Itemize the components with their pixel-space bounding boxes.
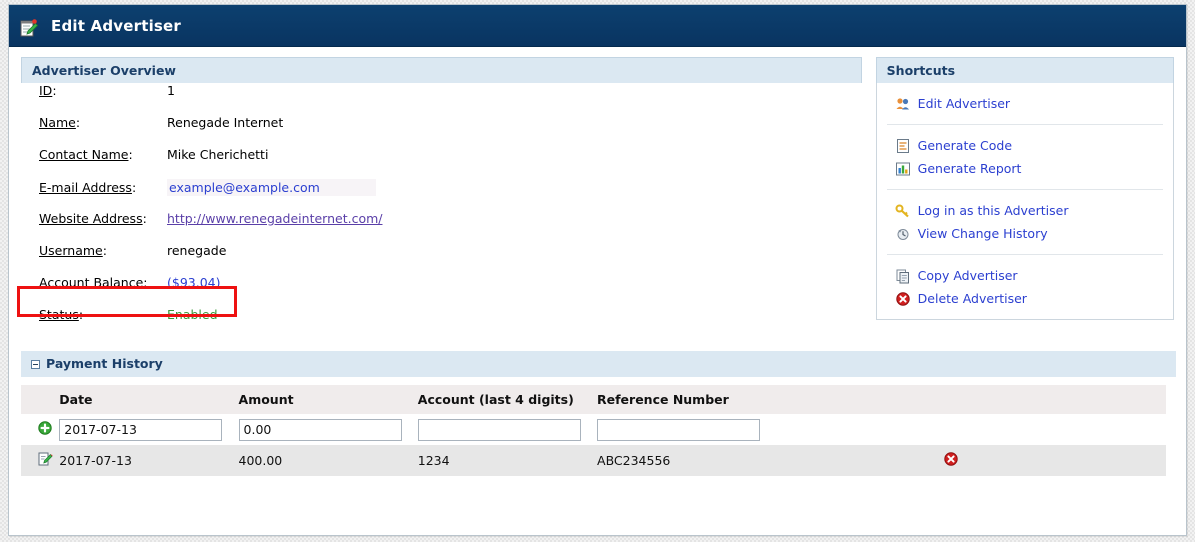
shortcuts-group-1: Edit Advertiser [877, 83, 1173, 124]
add-payment-cell [21, 414, 60, 445]
table-header-row: Date Amount Account (last 4 digits) Refe… [21, 385, 1166, 414]
field-value-id: 1 [167, 83, 175, 98]
field-row-contact-name: Contact Name: Mike Cherichetti [21, 147, 862, 179]
new-payment-reference-input[interactable] [597, 418, 761, 441]
new-account-cell [417, 414, 598, 445]
shortcut-log-in-as-advertiser[interactable]: Log in as this Advertiser [877, 199, 1173, 222]
payment-history-panel: Payment History Date Amount Account (las… [21, 351, 1176, 476]
screenshot-root: Edit Advertiser Advertiser Overview ID: … [0, 0, 1195, 542]
table-row: 2017-07-13 400.00 1234 ABC234556 [21, 445, 1166, 476]
cell-date: 2017-07-13 [59, 445, 239, 476]
new-actions-cell [783, 414, 1166, 445]
col-header-reference: Reference Number [597, 385, 784, 414]
col-header-amount: Amount [238, 385, 418, 414]
field-label-username: Username: [39, 243, 107, 258]
payment-new-row [21, 414, 1166, 445]
edit-icon[interactable] [37, 451, 53, 467]
new-payment-account-input[interactable] [417, 418, 581, 441]
window-titlebar: Edit Advertiser [9, 5, 1186, 47]
new-reference-cell [597, 414, 784, 445]
field-label-id: ID: [39, 83, 57, 98]
new-payment-amount-input[interactable] [238, 418, 402, 441]
field-row-id: ID: 1 [21, 83, 862, 115]
collapse-toggle-icon[interactable] [31, 359, 40, 369]
shortcut-label: Edit Advertiser [917, 96, 1011, 111]
overview-panel-title: Advertiser Overview [32, 63, 176, 78]
field-value-username: renegade [167, 243, 227, 258]
shortcut-label: View Change History [917, 226, 1048, 241]
field-value-status: Enabled [167, 307, 218, 322]
field-label-status: Status: [39, 307, 84, 322]
shortcuts-group-3: Log in as this Advertiser View Change Hi… [877, 190, 1173, 254]
field-label-name: Name: [39, 115, 81, 130]
history-icon [895, 226, 911, 242]
payment-history-table: Date Amount Account (last 4 digits) Refe… [21, 385, 1166, 476]
field-label-website: Website Address: [39, 211, 147, 226]
shortcut-label: Generate Code [917, 138, 1013, 153]
new-amount-cell [238, 414, 418, 445]
field-row-status: Status: Enabled [21, 307, 862, 339]
field-value-email-link[interactable]: example@example.com [167, 179, 376, 196]
field-row-username: Username: renegade [21, 243, 862, 275]
field-row-website: Website Address: http://www.renegadeinte… [21, 211, 862, 243]
field-value-website-link[interactable]: http://www.renegadeinternet.com/ [167, 211, 382, 226]
overview-field-list: ID: 1 Name: Renegade Internet Contact Na… [21, 83, 862, 339]
col-header-account: Account (last 4 digits) [417, 385, 598, 414]
shortcut-view-change-history[interactable]: View Change History [877, 222, 1173, 245]
users-icon [895, 96, 911, 112]
shortcut-label: Copy Advertiser [917, 268, 1018, 283]
notepad-pencil-icon [19, 18, 39, 36]
advertiser-overview-panel: Advertiser Overview ID: 1 Name: Renegade… [21, 57, 862, 339]
shortcut-generate-report[interactable]: Generate Report [877, 157, 1173, 180]
key-icon [895, 203, 911, 219]
edit-payment-cell [21, 445, 60, 476]
delete-circle-icon [895, 291, 911, 307]
field-label-contact-name: Contact Name: [39, 147, 133, 162]
shortcut-edit-advertiser[interactable]: Edit Advertiser [877, 92, 1173, 115]
cell-amount: 400.00 [238, 445, 418, 476]
field-label-account-balance: Account Balance: [39, 275, 148, 290]
new-payment-date-input[interactable] [59, 418, 223, 441]
overview-panel-header: Advertiser Overview [21, 57, 862, 83]
window-title: Edit Advertiser [51, 16, 182, 35]
shortcuts-panel: Shortcuts Edit Advertiser Generate Code … [875, 57, 1174, 320]
shortcut-label: Log in as this Advertiser [917, 203, 1069, 218]
copy-icon [895, 268, 911, 284]
shortcut-copy-advertiser[interactable]: Copy Advertiser [877, 264, 1173, 287]
payment-history-title: Payment History [46, 356, 163, 371]
field-row-account-balance: Account Balance: ($93.04) [21, 275, 862, 307]
shortcut-label: Delete Advertiser [917, 291, 1027, 306]
shortcuts-panel-header: Shortcuts [875, 57, 1174, 83]
page-body: Advertiser Overview ID: 1 Name: Renegade… [9, 47, 1186, 536]
application-window: Edit Advertiser Advertiser Overview ID: … [8, 4, 1187, 536]
shortcuts-group-2: Generate Code Generate Report [877, 125, 1173, 189]
delete-circle-icon[interactable] [943, 451, 959, 467]
bar-chart-icon [895, 161, 911, 177]
shortcut-generate-code[interactable]: Generate Code [877, 134, 1173, 157]
payment-history-header: Payment History [21, 351, 1176, 377]
cell-account: 1234 [417, 445, 598, 476]
code-document-icon [895, 138, 911, 154]
cell-actions [783, 445, 1166, 476]
shortcuts-panel-title: Shortcuts [886, 63, 956, 78]
col-header-date: Date [59, 385, 239, 414]
col-header-icon [21, 385, 60, 414]
field-label-email: E-mail Address: [39, 180, 137, 195]
field-value-account-balance[interactable]: ($93.04) [167, 275, 221, 290]
field-value-contact-name: Mike Cherichetti [167, 147, 269, 162]
col-header-actions [783, 385, 1166, 414]
field-value-name: Renegade Internet [167, 115, 284, 130]
shortcuts-list: Edit Advertiser Generate Code Generate R… [875, 83, 1174, 320]
add-green-icon[interactable] [37, 420, 53, 436]
shortcuts-group-4: Copy Advertiser Delete Advertiser [877, 255, 1173, 319]
field-row-email: E-mail Address: example@example.com [21, 179, 862, 211]
cell-reference: ABC234556 [597, 445, 784, 476]
shortcut-label: Generate Report [917, 161, 1022, 176]
shortcut-delete-advertiser[interactable]: Delete Advertiser [877, 287, 1173, 310]
field-row-name: Name: Renegade Internet [21, 115, 862, 147]
new-date-cell [59, 414, 239, 445]
